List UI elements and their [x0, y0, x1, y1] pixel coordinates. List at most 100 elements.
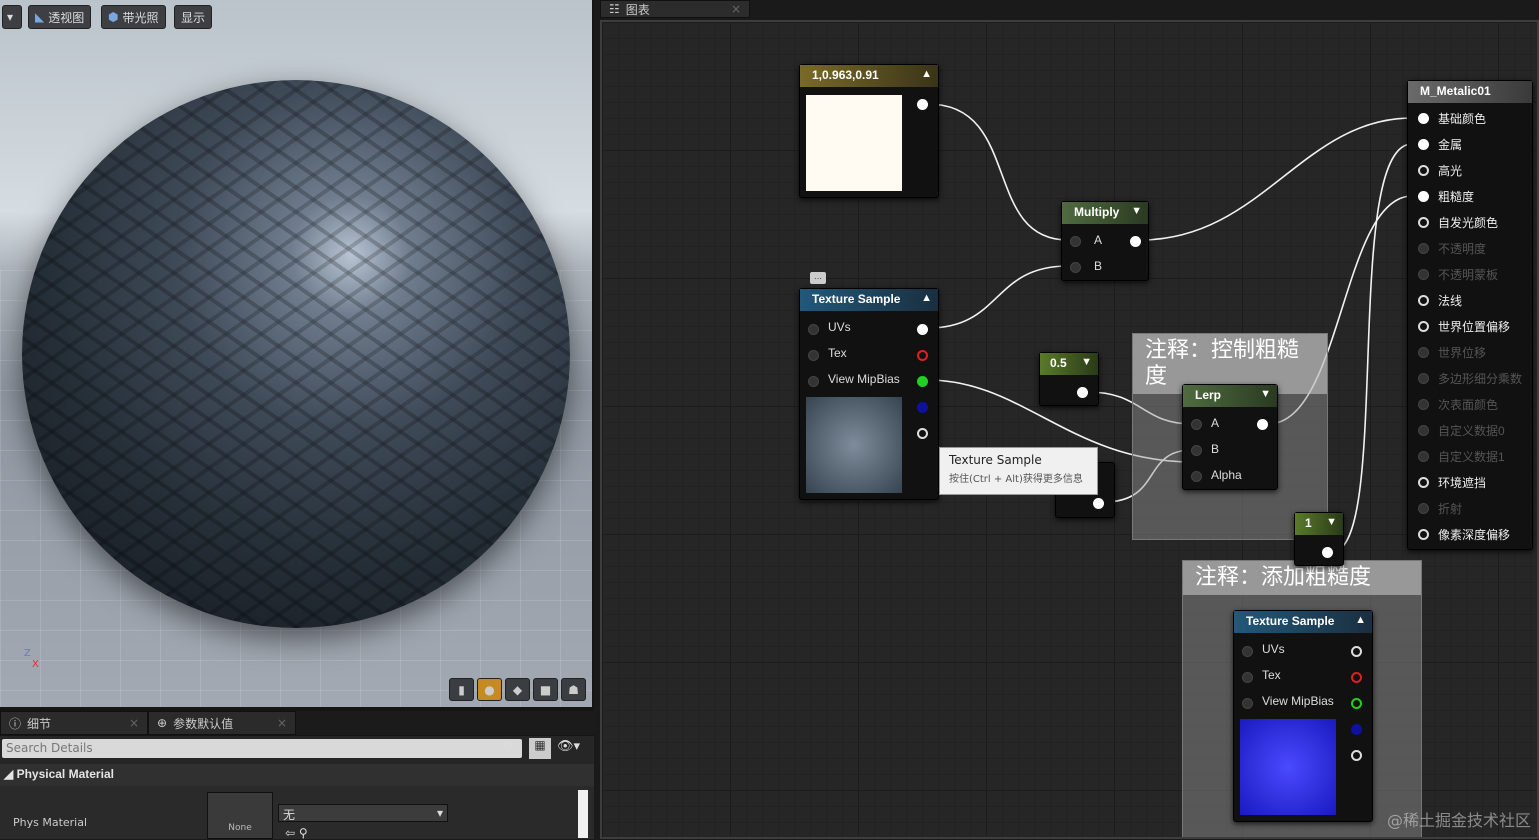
- lerp-node[interactable]: Lerp ▼ A B Alpha: [1182, 384, 1278, 490]
- input-pin-tex[interactable]: [1242, 672, 1253, 683]
- output-pin-a[interactable]: [917, 428, 928, 439]
- show-label: 显示: [181, 10, 206, 25]
- search-input[interactable]: Search Details: [2, 739, 522, 758]
- material-input-pin[interactable]: [1418, 113, 1429, 124]
- comment-bubble-icon[interactable]: …: [810, 272, 826, 284]
- collapse-icon[interactable]: ▲: [921, 68, 932, 80]
- input-pin-a[interactable]: [1191, 419, 1202, 430]
- material-input-pin[interactable]: [1418, 191, 1429, 202]
- collapse-icon[interactable]: ▲: [921, 292, 932, 304]
- arrow-left-icon[interactable]: ⇦ ⚲: [285, 826, 308, 840]
- material-input-pin[interactable]: [1418, 295, 1429, 306]
- collapse-icon[interactable]: ▲: [1355, 614, 1366, 626]
- material-input-pin[interactable]: [1418, 269, 1429, 280]
- material-input-pin[interactable]: [1418, 399, 1429, 410]
- left-panel: ▾ ◣ 透视图 ⬢ 带光照 显示 ZX ▮ ● ◆ ■ ☗ ⓘ 细节 × ⊕ 参数默认值 ×…: [0, 0, 594, 840]
- perspective-button[interactable]: ◣ 透视图: [28, 5, 92, 29]
- input-pin-b[interactable]: [1070, 262, 1081, 273]
- material-input-pin[interactable]: [1418, 243, 1429, 254]
- material-input-pin[interactable]: [1418, 373, 1429, 384]
- section-header[interactable]: ◢ Physical Material: [0, 764, 594, 786]
- material-input-pin[interactable]: [1418, 529, 1429, 540]
- tab-param-label: 参数默认值: [173, 716, 234, 731]
- tab-param-defaults[interactable]: ⊕ 参数默认值 ×: [148, 711, 296, 735]
- output-pin[interactable]: [917, 99, 928, 110]
- constant-node-05[interactable]: 0.5 ▼: [1039, 352, 1099, 406]
- output-pin-a[interactable]: [1351, 750, 1362, 761]
- sphere-preview-icon[interactable]: ●: [477, 678, 502, 701]
- material-input-pin[interactable]: [1418, 217, 1429, 228]
- node-header: 1 ▼: [1295, 513, 1343, 535]
- pin-label: A: [1094, 233, 1103, 247]
- lit-mode-button[interactable]: ⬢ 带光照: [101, 5, 166, 29]
- show-button[interactable]: 显示: [174, 5, 213, 29]
- scrollbar[interactable]: [578, 790, 588, 838]
- pin-label: B: [1211, 442, 1220, 456]
- texture-sample-node[interactable]: Texture Sample ▲ UVs Tex View MipBias: [799, 288, 939, 500]
- input-pin-alpha[interactable]: [1191, 471, 1202, 482]
- output-pin[interactable]: [1257, 419, 1268, 430]
- viewport-options-button[interactable]: ▾: [2, 5, 22, 29]
- material-result-node[interactable]: M_Metalic01 基础颜色 金属 高光 粗糙度 自发光颜色 不透明度 不透明蒙板 法线世…: [1407, 80, 1533, 550]
- grid-view-icon[interactable]: ▦: [529, 738, 551, 759]
- node-header: M_Metalic01: [1408, 81, 1532, 103]
- tab-details[interactable]: ⓘ 细节 ×: [0, 711, 148, 735]
- close-icon[interactable]: ×: [731, 2, 741, 16]
- preview-sphere: [22, 80, 570, 628]
- details-panel: Search Details ⚲ ▦ 👁▾ ◢ Physical Materia…: [0, 736, 594, 840]
- material-input-label: 基础颜色: [1438, 112, 1487, 126]
- multiply-node[interactable]: Multiply ▼ A B: [1061, 201, 1149, 281]
- output-pin-rgb[interactable]: [917, 324, 928, 335]
- asset-thumbnail[interactable]: None: [207, 792, 273, 839]
- material-input-pin[interactable]: [1418, 425, 1429, 436]
- output-pin[interactable]: [1130, 236, 1141, 247]
- output-pin[interactable]: [1093, 498, 1104, 509]
- output-pin-b[interactable]: [917, 402, 928, 413]
- output-pin-rgb[interactable]: [1351, 646, 1362, 657]
- material-input-pin[interactable]: [1418, 477, 1429, 488]
- node-header: Texture Sample ▲: [1234, 611, 1372, 633]
- input-pin-tex[interactable]: [808, 350, 819, 361]
- output-pin-r[interactable]: [917, 350, 928, 361]
- collapse-icon[interactable]: ▼: [1131, 205, 1142, 217]
- texture-sample-node-2[interactable]: Texture Sample ▲ UVs Tex View MipBias: [1233, 610, 1373, 822]
- constant3-node[interactable]: 1,0.963,0.91 ▲: [799, 64, 939, 198]
- cube-preview-icon[interactable]: ■: [533, 678, 558, 701]
- material-input-label: 金属: [1438, 138, 1463, 152]
- material-graph-canvas[interactable]: 注释：控制粗糙度 注释：添加粗糙度 1,0.963,0.91 ▲ Multiply…: [600, 20, 1539, 839]
- input-pin-uvs[interactable]: [808, 324, 819, 335]
- material-input-pin[interactable]: [1418, 165, 1429, 176]
- tab-graph[interactable]: ☷ 图表 ×: [600, 0, 750, 18]
- material-input-pin[interactable]: [1418, 451, 1429, 462]
- input-pin-mipbias[interactable]: [808, 376, 819, 387]
- material-input-pin[interactable]: [1418, 139, 1429, 150]
- close-icon[interactable]: ×: [129, 716, 139, 730]
- output-pin-g[interactable]: [917, 376, 928, 387]
- output-pin-g[interactable]: [1351, 698, 1362, 709]
- input-pin-uvs[interactable]: [1242, 646, 1253, 657]
- output-pin[interactable]: [1322, 547, 1333, 558]
- input-pin-b[interactable]: [1191, 445, 1202, 456]
- input-pin-mipbias[interactable]: [1242, 698, 1253, 709]
- asset-select[interactable]: 无 ▾: [278, 804, 448, 822]
- cylinder-preview-icon[interactable]: ▮: [449, 678, 474, 701]
- output-pin-r[interactable]: [1351, 672, 1362, 683]
- close-icon[interactable]: ×: [277, 716, 287, 730]
- teapot-preview-icon[interactable]: ☗: [561, 678, 586, 701]
- plane-preview-icon[interactable]: ◆: [505, 678, 530, 701]
- material-input-pin[interactable]: [1418, 321, 1429, 332]
- output-pin-b[interactable]: [1351, 724, 1362, 735]
- output-pin[interactable]: [1077, 387, 1088, 398]
- node-title: 1,0.963,0.91: [812, 68, 879, 82]
- input-pin-a[interactable]: [1070, 236, 1081, 247]
- eye-icon[interactable]: 👁▾: [557, 739, 580, 754]
- cube-icon: ⬢: [108, 10, 119, 24]
- collapse-icon[interactable]: ▼: [1326, 516, 1337, 528]
- material-input-pin[interactable]: [1418, 503, 1429, 514]
- constant-node-1[interactable]: 1 ▼: [1294, 512, 1344, 566]
- collapse-icon[interactable]: ▼: [1081, 356, 1092, 368]
- material-input-pin[interactable]: [1418, 347, 1429, 358]
- collapse-icon[interactable]: ▼: [1260, 388, 1271, 400]
- material-preview-viewport[interactable]: ▾ ◣ 透视图 ⬢ 带光照 显示 ZX ▮ ● ◆ ■ ☗: [0, 0, 592, 707]
- phys-material-label: Phys Material: [13, 816, 88, 829]
